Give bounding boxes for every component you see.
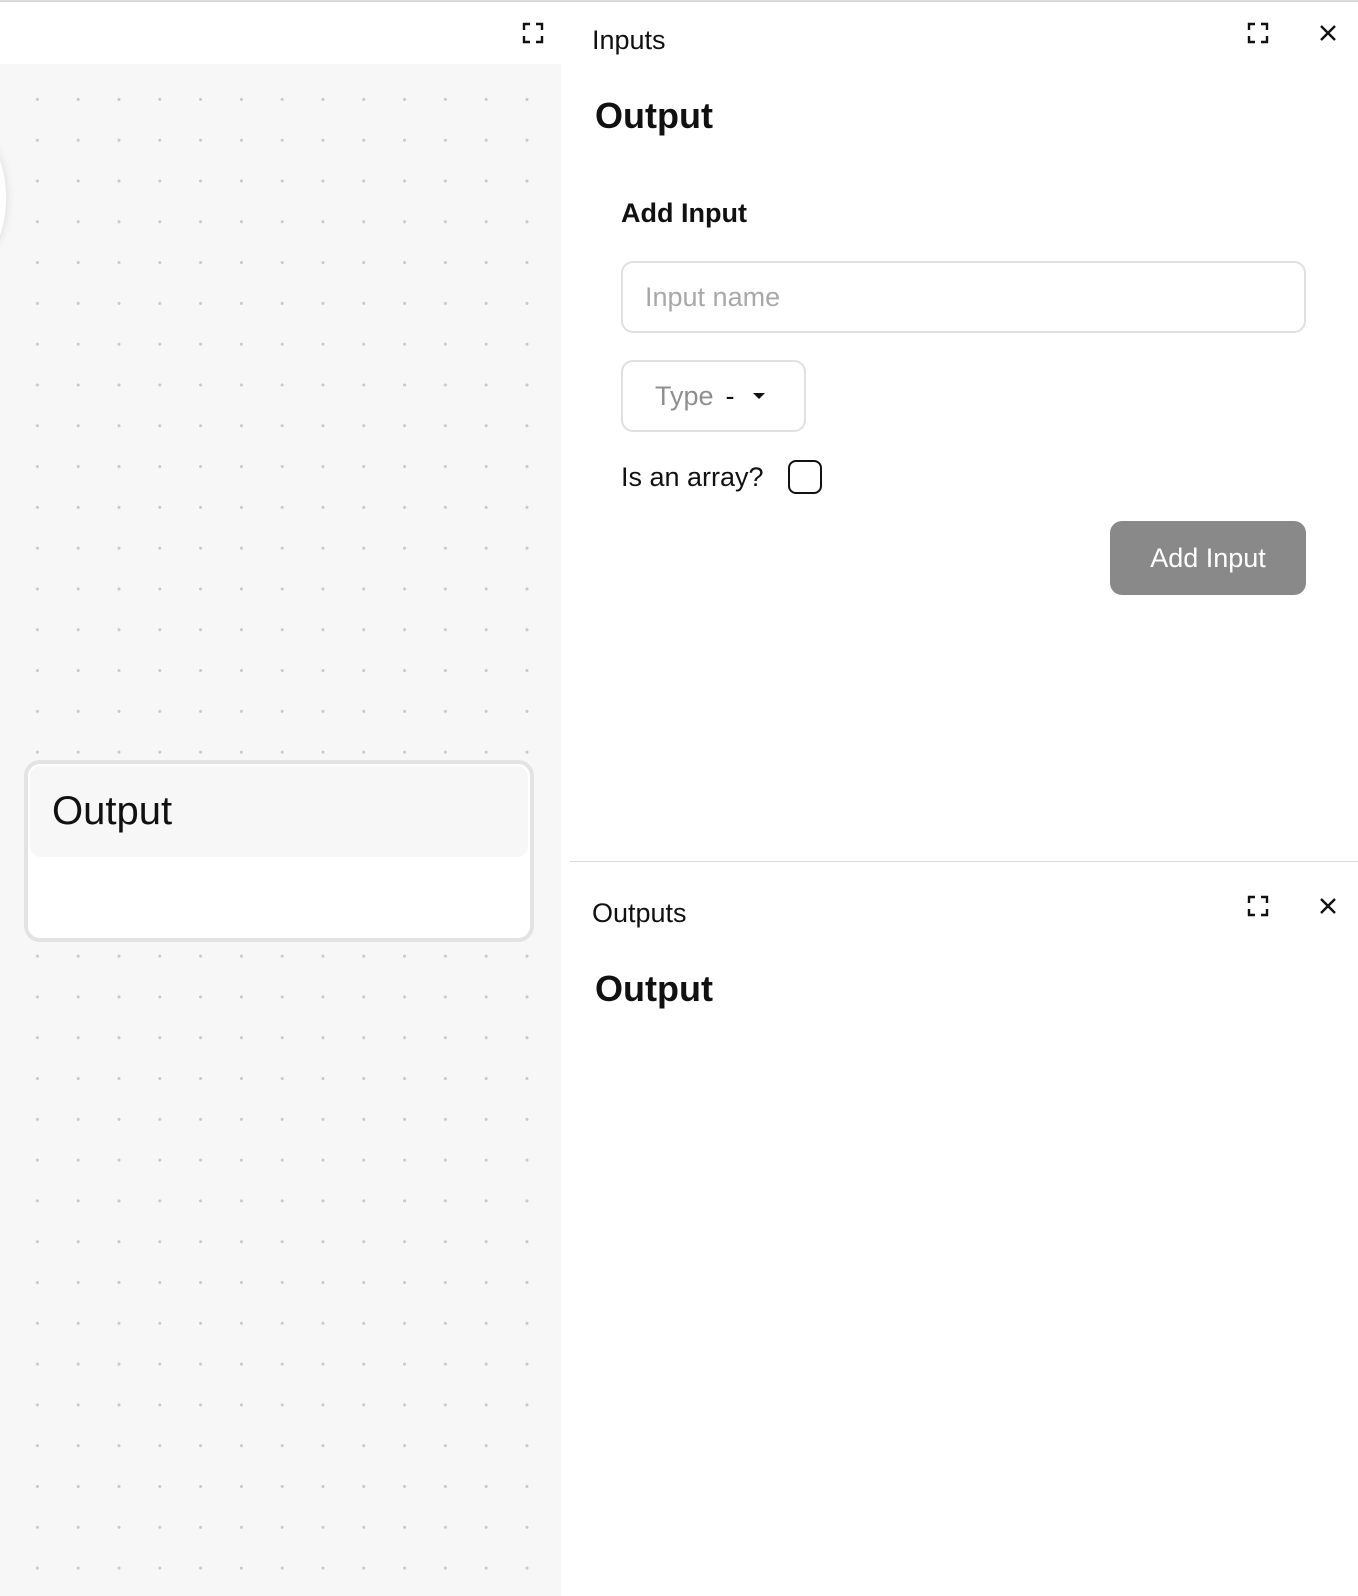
add-input-section-label: Add Input <box>621 198 747 228</box>
canvas-header <box>0 3 561 64</box>
is-array-checkbox[interactable] <box>788 460 822 494</box>
expand-icon[interactable] <box>1244 19 1272 47</box>
inputs-panel-title: Inputs <box>592 25 666 55</box>
type-select-label: Type <box>655 380 714 411</box>
type-select[interactable]: Type - <box>621 360 806 432</box>
outputs-panel-title: Outputs <box>592 898 687 928</box>
inputs-panel: Inputs Output Add Input Type - Is an arr… <box>570 3 1358 861</box>
expand-icon[interactable] <box>519 19 547 47</box>
is-array-label: Is an array? <box>621 462 764 492</box>
output-node[interactable]: Output <box>24 760 534 942</box>
close-icon[interactable] <box>1314 892 1342 920</box>
type-select-value: - <box>725 380 735 411</box>
caret-down-icon <box>752 393 765 399</box>
input-name-field[interactable] <box>621 261 1306 333</box>
outputs-panel: Outputs Output <box>570 862 1358 1596</box>
add-input-button[interactable]: Add Input <box>1110 521 1306 595</box>
inputs-panel-heading: Output <box>595 95 713 136</box>
close-icon[interactable] <box>1314 19 1342 47</box>
window-top-border <box>0 0 1358 2</box>
expand-icon[interactable] <box>1244 892 1272 920</box>
workflow-canvas[interactable]: Output <box>0 3 561 1596</box>
output-node-title: Output <box>30 766 528 857</box>
outputs-panel-heading: Output <box>595 968 713 1009</box>
